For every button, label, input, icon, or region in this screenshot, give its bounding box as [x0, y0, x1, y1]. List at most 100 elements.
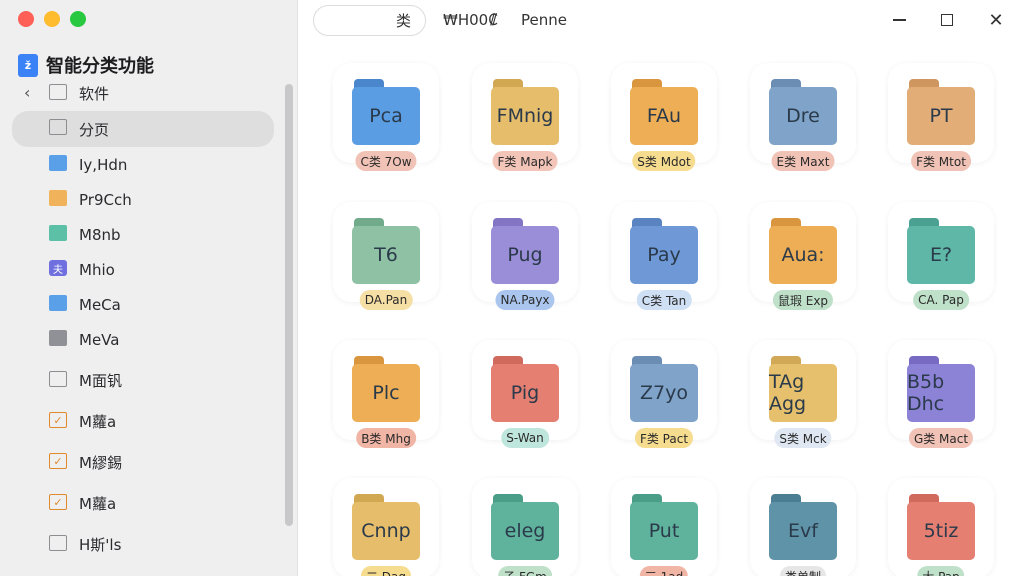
folder-label: F类 Mtot	[911, 151, 971, 171]
sidebar-item-label: M蘿a	[79, 495, 117, 513]
folder-body-text: Put	[630, 502, 698, 560]
sidebar-item[interactable]: 夫 Mhio	[12, 252, 274, 287]
sidebar-item[interactable]: H斯'ls	[12, 527, 274, 562]
folder-card[interactable]: Z7yo F类 Pact	[611, 340, 717, 448]
folder-icon: FMnig	[491, 79, 559, 145]
folder-label: S类 Mck	[774, 428, 832, 448]
folder-label: F类 Mapk	[492, 151, 558, 171]
folder-body-text: eleg	[491, 502, 559, 560]
folder-card[interactable]: B5b Dhc G类 Mact	[888, 340, 994, 448]
close-button[interactable]: ✕	[985, 9, 1007, 31]
sidebar-item-selected[interactable]: 分页	[12, 111, 274, 147]
checkbox-icon: ✓	[49, 494, 67, 510]
sidebar-item[interactable]: MeCa	[12, 287, 274, 322]
zoom-window-button[interactable]	[70, 11, 86, 27]
sidebar-item-label: Pr9Cch	[79, 190, 132, 209]
folder-icon: Pay	[630, 218, 698, 284]
folder-body-text: B5b Dhc	[907, 364, 975, 422]
folder-card[interactable]: E? CA. Pap	[888, 202, 994, 310]
folder-icon: Evf	[769, 494, 837, 560]
document-icon	[49, 535, 67, 551]
folder-gray-icon	[49, 330, 67, 346]
sidebar-item[interactable]: ✓ M蘿a	[12, 486, 274, 521]
folder-label: 类单制	[779, 566, 827, 576]
folder-body-text: Aua:	[769, 226, 837, 284]
folder-card[interactable]: Pig S-Wan	[472, 340, 578, 448]
folder-icon: Pig	[491, 356, 559, 422]
folder-body-text: E?	[907, 226, 975, 284]
folder-icon: Cnnp	[352, 494, 420, 560]
folder-icon: PT	[907, 79, 975, 145]
folder-label: 二 Dag	[360, 566, 412, 576]
folder-card[interactable]: Plc B类 Mhg	[333, 340, 439, 448]
sidebar-item[interactable]: ✓ M繆錫	[12, 445, 274, 480]
folder-icon: Pca	[352, 79, 420, 145]
folder-card[interactable]: Dre E类 Maxt	[750, 63, 856, 171]
folder-label: B类 Mhg	[356, 428, 416, 448]
folder-card[interactable]: Cnnp 二 Dag	[333, 478, 439, 576]
sidebar-item[interactable]: Pr9Cch	[12, 182, 274, 217]
folder-body-text: Cnnp	[352, 502, 420, 560]
folder-card[interactable]: Put 三 1ad	[611, 478, 717, 576]
folder-outline-icon	[49, 119, 67, 135]
chevron-left-icon[interactable]: ‹	[24, 83, 30, 102]
folder-body-text: Pig	[491, 364, 559, 422]
folder-body-text: TAg Agg	[769, 364, 837, 422]
folder-card[interactable]: Pug NA.Payx	[472, 202, 578, 310]
minimize-icon	[892, 19, 906, 21]
folder-body-text: T6	[352, 226, 420, 284]
folder-card[interactable]: eleg 子 FGm	[472, 478, 578, 576]
checkbox-icon: ✓	[49, 453, 67, 469]
maximize-icon	[941, 14, 953, 26]
folder-body-text: FMnig	[491, 87, 559, 145]
folder-card[interactable]: Aua: 鼠瑕 Exp	[750, 202, 856, 310]
folder-card[interactable]: Pay C类 Tan	[611, 202, 717, 310]
folder-card[interactable]: FAu S类 Mdot	[611, 63, 717, 171]
sidebar-item[interactable]: ✓ M蘿a	[12, 404, 274, 439]
folder-icon: FAu	[630, 79, 698, 145]
maximize-button[interactable]	[936, 9, 958, 31]
folder-card[interactable]: Pca C类 7Ow	[333, 63, 439, 171]
folder-body-text: Pug	[491, 226, 559, 284]
folder-teal-icon	[49, 225, 67, 241]
folder-orange-icon	[49, 190, 67, 206]
sidebar-item-label: MeCa	[79, 295, 121, 314]
sidebar-item[interactable]: M面钒	[12, 363, 274, 398]
folder-card[interactable]: Evf 类单制	[750, 478, 856, 576]
folder-body-text: FAu	[630, 87, 698, 145]
minimize-button[interactable]	[888, 9, 910, 31]
sidebar-item[interactable]: Iy,Hdn	[12, 147, 274, 182]
image-doc-icon	[49, 371, 67, 387]
minimize-window-button[interactable]	[44, 11, 60, 27]
folder-label: F类 Pact	[634, 428, 694, 448]
sidebar-item[interactable]: MeVa	[12, 322, 274, 357]
folder-label: NA.Payx	[495, 290, 555, 310]
close-icon: ✕	[988, 9, 1004, 31]
sidebar-item-label: M蘿a	[79, 413, 117, 431]
folder-card[interactable]: 5tiz 大 Pap	[888, 478, 994, 576]
folder-card[interactable]: T6 DA.Pan	[333, 202, 439, 310]
search-text: 类	[395, 12, 411, 30]
search-field[interactable]: 类	[313, 5, 426, 36]
folder-icon: Aua:	[769, 218, 837, 284]
sidebar-item-back[interactable]: ‹ 软件	[12, 76, 274, 111]
folder-label: C类 7Ow	[355, 151, 417, 171]
top-link-2[interactable]: Penne	[521, 11, 567, 29]
sidebar-scrollbar[interactable]	[285, 84, 293, 526]
folder-body-text: Plc	[352, 364, 420, 422]
close-window-button[interactable]	[18, 11, 34, 27]
sidebar-item-label: Mhio	[79, 260, 115, 279]
folder-card[interactable]: TAg Agg S类 Mck	[750, 340, 856, 448]
folder-card[interactable]: PT F类 Mtot	[888, 63, 994, 171]
folder-icon: Dre	[769, 79, 837, 145]
top-link-1[interactable]: ₩H00₡	[443, 11, 498, 29]
sidebar-item[interactable]: M8nb	[12, 217, 274, 252]
folder-icon: Plc	[352, 356, 420, 422]
folder-card[interactable]: FMnig F类 Mapk	[472, 63, 578, 171]
sidebar-list: ‹ 软件 分页 Iy,Hdn Pr9Cch M8nb 夫 Mhio MeCa M…	[12, 76, 274, 562]
sidebar-item-label: 软件	[79, 85, 110, 103]
folder-label: 大 Pap	[917, 566, 965, 576]
folder-body-text: Pca	[352, 87, 420, 145]
folder-outline-icon	[49, 84, 67, 100]
app-title: ž 智能分类功能	[18, 52, 154, 78]
